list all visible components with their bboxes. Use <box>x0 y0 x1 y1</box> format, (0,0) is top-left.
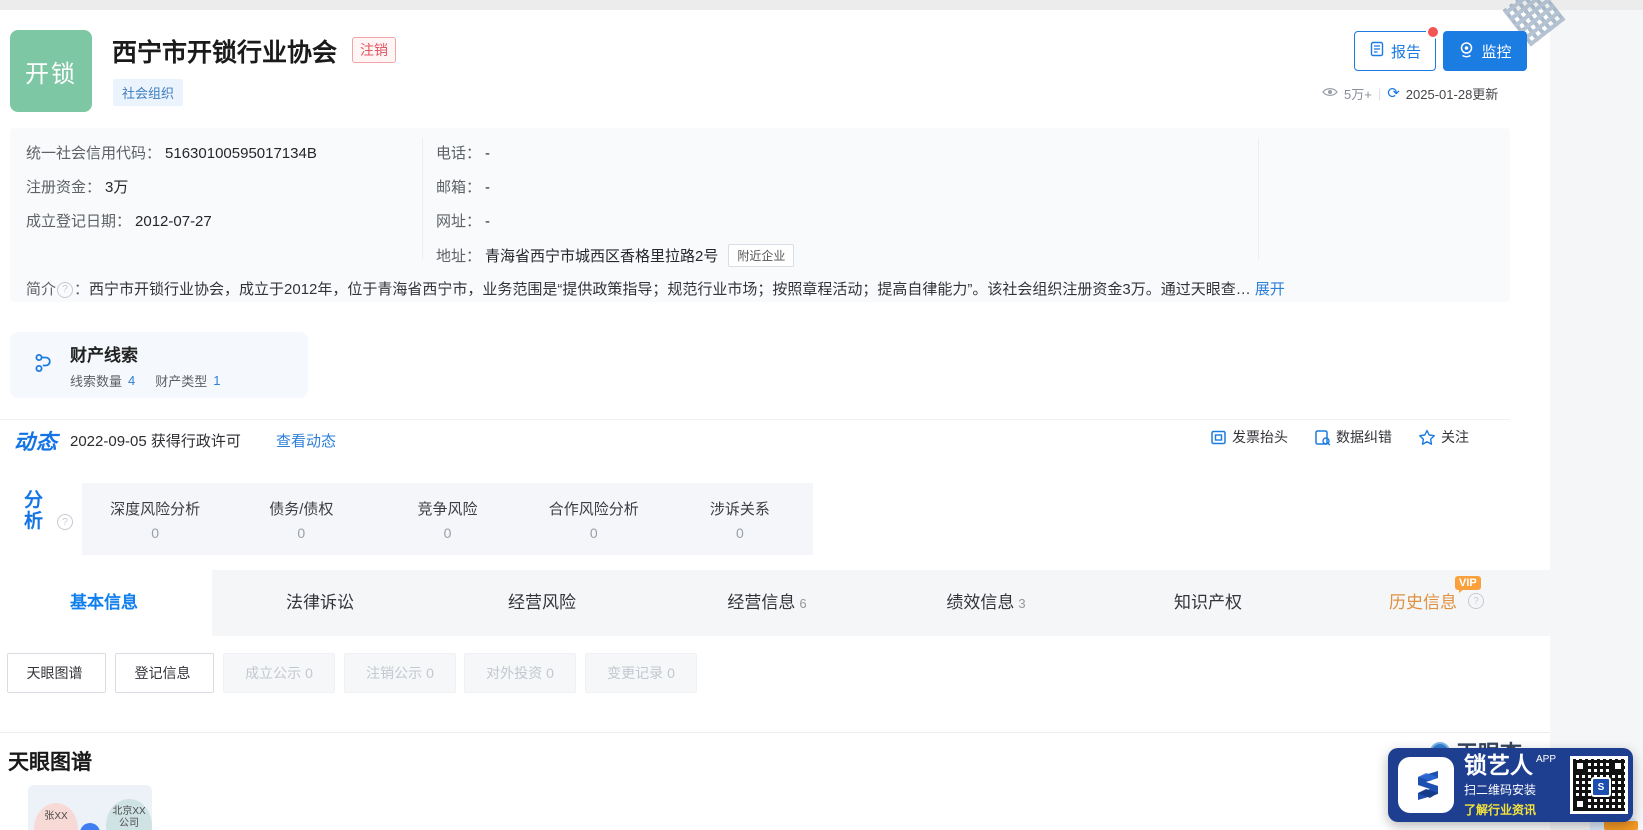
subtab-registration-info[interactable]: 登记信息 <box>115 653 214 693</box>
graph-node-hub <box>80 823 100 830</box>
property-clues-card[interactable]: 财产线索 线索数量 4 财产类型 1 <box>10 332 308 398</box>
suoyiren-app-banner[interactable]: 锁艺人 APP 扫二维码安装 了解行业资讯 S <box>1388 748 1633 822</box>
clue-count-value[interactable]: 4 <box>128 373 135 388</box>
meta-separator: | <box>1377 86 1382 101</box>
qr-center-logo: S <box>1591 777 1611 797</box>
company-intro: 简介? ：西宁市开锁行业协会，成立于2012年，位于青海省西宁市，业务范围是“提供… <box>26 281 1285 298</box>
tab-business-info[interactable]: 经营信息 6 <box>727 588 806 613</box>
field-email: 邮箱： - <box>436 179 491 196</box>
vip-badge: VIP <box>1455 576 1481 593</box>
company-avatar: 开锁 <box>10 30 92 112</box>
property-clue-icon <box>32 351 56 380</box>
analysis-item-litigation[interactable]: 涉诉关系 0 <box>667 483 813 555</box>
report-button[interactable]: 报告 <box>1354 31 1436 71</box>
subtab-establishment-notice: 成立公示 0 <box>223 653 335 693</box>
report-button-label: 报告 <box>1390 43 1421 61</box>
app-banner-texts: 锁艺人 APP 扫二维码安装 了解行业资讯 <box>1464 753 1564 818</box>
field-phone: 电话： - <box>436 145 491 162</box>
tab-performance-info[interactable]: 绩效信息 3 <box>946 588 1025 613</box>
subtab-cancellation-notice: 注销公示 0 <box>344 653 456 693</box>
monitor-button-label: 监控 <box>1481 43 1512 61</box>
eye-icon <box>1322 86 1338 101</box>
data-correction-icon <box>1315 429 1331 445</box>
analysis-logo: 分 析 <box>24 490 44 532</box>
view-count: 5万+ <box>1344 87 1372 102</box>
info-divider-1 <box>422 138 423 260</box>
app-qr-code: S <box>1570 756 1628 814</box>
field-credit-code: 统一社会信用代码： 51630100595017134B <box>26 145 317 162</box>
info-divider-2 <box>1258 138 1259 260</box>
graph-preview-card[interactable]: 张XX 北京XX 公司 <box>28 785 152 830</box>
intro-text: 西宁市开锁行业协会，成立于2012年，位于青海省西宁市，业务范围是“提供政策指导… <box>89 281 1251 298</box>
analysis-item-deep-risk[interactable]: 深度风险分析 0 <box>82 483 228 555</box>
analysis-bar: 深度风险分析 0 债务/债权 0 竞争风险 0 合作风险分析 0 涉诉关系 0 <box>82 483 813 555</box>
right-gutter <box>1550 10 1643 830</box>
app-banner-line2: 了解行业资讯 <box>1464 802 1537 817</box>
suoyiren-logo <box>1398 757 1454 813</box>
company-info-box: 统一社会信用代码： 51630100595017134B 注册资金： 3万 成立登记… <box>10 128 1510 302</box>
subtab-graph[interactable]: 天眼图谱 <box>7 653 106 693</box>
nearby-companies-button[interactable]: 附近企业 <box>728 244 795 267</box>
property-clues-stats: 线索数量 4 财产类型 1 <box>70 371 221 390</box>
graph-node-person: 张XX <box>34 803 78 830</box>
report-notification-dot <box>1426 25 1440 39</box>
property-clues-title: 财产线索 <box>70 345 138 365</box>
analysis-item-cooperation-risk[interactable]: 合作风险分析 0 <box>521 483 667 555</box>
company-profile-page: 开锁 西宁市开锁行业协会 注销 社会组织 报告 监控 5万+ | ⟳ 2025-… <box>0 0 1643 830</box>
tab-legal-litigation[interactable]: 法律诉讼 <box>286 588 358 613</box>
graph-section-title: 天眼图谱 <box>8 751 92 774</box>
analysis-help-icon[interactable]: ? <box>57 514 73 530</box>
property-type-label: 财产类型 <box>155 373 208 389</box>
clue-count-label: 线索数量 <box>70 373 123 389</box>
report-doc-icon <box>1369 41 1385 61</box>
graph-section-divider <box>0 732 1550 733</box>
status-badge-cancelled: 注销 <box>352 37 396 63</box>
field-established-date: 成立登记日期： 2012-07-27 <box>26 213 212 230</box>
app-suffix: APP <box>1536 753 1557 765</box>
star-icon <box>1419 429 1435 445</box>
dynamics-logo: 动态 <box>14 431 58 454</box>
tab-operational-risk[interactable]: 经营风险 <box>508 588 580 613</box>
app-name: 锁艺人 <box>1464 751 1533 778</box>
follow-button[interactable]: 关注 <box>1418 427 1469 447</box>
field-registered-capital: 注册资金： 3万 <box>26 179 129 196</box>
widget-fragment-orange <box>1604 821 1638 830</box>
intro-expand-link[interactable]: 展开 <box>1255 281 1285 298</box>
updated-date: 2025-01-28更新 <box>1405 87 1499 102</box>
tab-history-info[interactable]: 历史信息 <box>1389 588 1457 613</box>
intro-label: 简介 <box>26 281 57 298</box>
field-website: 网址： - <box>436 213 491 230</box>
data-correction-button[interactable]: 数据纠错 <box>1314 427 1392 447</box>
invoice-icon <box>1211 430 1226 444</box>
app-banner-line1: 扫二维码安装 <box>1464 782 1537 797</box>
property-type-value[interactable]: 1 <box>213 373 220 388</box>
view-dynamics-link[interactable]: 查看动态 <box>276 430 336 451</box>
monitor-camera-icon <box>1458 41 1475 62</box>
dynamics-actions: 发票抬头 数据纠错 关注 <box>1210 427 1526 447</box>
page-meta-row: 5万+ | ⟳ 2025-01-28更新 <box>1322 84 1525 103</box>
refresh-icon: ⟳ <box>1387 85 1400 102</box>
subtab-outbound-investment: 对外投资 0 <box>464 653 576 693</box>
intro-help-icon[interactable]: ? <box>57 281 74 298</box>
dynamics-divider <box>0 419 1510 420</box>
invoice-title-button[interactable]: 发票抬头 <box>1210 427 1288 447</box>
tab-intellectual-property[interactable]: 知识产权 <box>1174 588 1246 613</box>
analysis-item-competition-risk[interactable]: 竞争风险 0 <box>374 483 520 555</box>
tab-basic-info[interactable]: 基本信息 <box>70 588 142 613</box>
org-type-tag[interactable]: 社会组织 <box>113 79 184 106</box>
monitor-button[interactable]: 监控 <box>1443 31 1527 71</box>
history-help-icon[interactable]: ? <box>1468 593 1484 609</box>
subtab-change-records: 变更记录 0 <box>585 653 697 693</box>
top-strip <box>0 0 1643 10</box>
dynamics-event-text: 2022-09-05 获得行政许可 <box>70 433 241 450</box>
analysis-item-debt[interactable]: 债务/债权 0 <box>228 483 374 555</box>
graph-node-company: 北京XX 公司 <box>106 799 152 830</box>
field-address: 地址： 青海省西宁市城西区香格里拉路2号 附近企业 <box>436 244 795 267</box>
company-name: 西宁市开锁行业协会 <box>112 39 338 67</box>
